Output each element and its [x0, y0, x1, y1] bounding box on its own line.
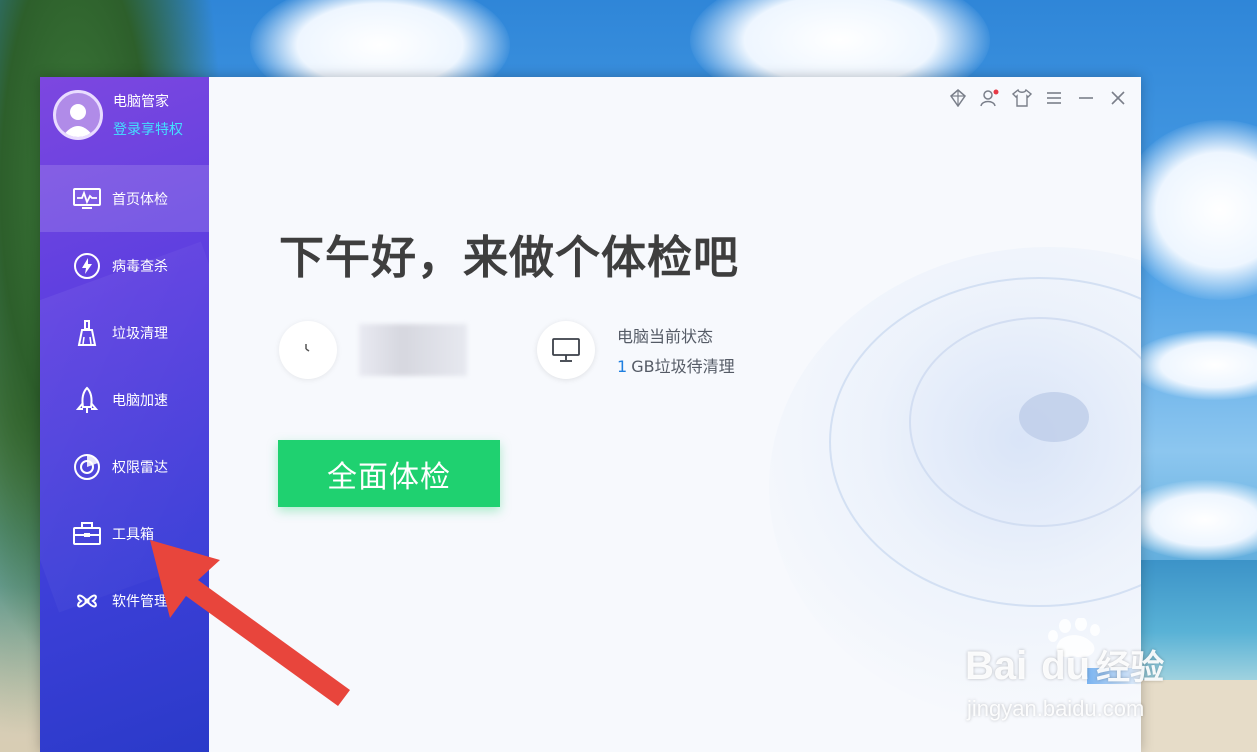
sidebar-item-virus-scan[interactable]: 病毒查杀	[40, 232, 209, 299]
sidebar-item-speedup[interactable]: 电脑加速	[40, 366, 209, 433]
junk-amount-suffix: GB垃圾待清理	[631, 357, 735, 376]
radar-icon	[72, 452, 102, 482]
monitor-icon	[537, 321, 595, 379]
sidebar-item-label: 电脑加速	[112, 392, 168, 409]
sidebar-item-permission-radar[interactable]: 权限雷达	[40, 433, 209, 500]
junk-amount: 1	[617, 357, 628, 376]
sidebar-item-label: 病毒查杀	[112, 258, 168, 275]
login-link[interactable]: 登录享特权	[113, 119, 183, 139]
avatar[interactable]	[53, 90, 103, 140]
close-icon[interactable]	[1105, 87, 1131, 109]
menu-icon[interactable]	[1041, 87, 1067, 109]
sidebar-item-label: 垃圾清理	[112, 325, 168, 342]
baidu-watermark: Bai du 经验 jingyan.baidu.com	[965, 617, 1195, 732]
toolbox-icon	[72, 519, 102, 549]
pc-status-card: 电脑当前状态 1 GB垃圾待清理	[537, 321, 735, 379]
annotation-arrow	[150, 540, 350, 706]
broom-icon	[72, 318, 102, 348]
user-profile[interactable]: 电脑管家 登录享特权	[53, 90, 183, 140]
status-title: 电脑当前状态	[617, 327, 714, 346]
full-checkup-button[interactable]: 全面体检	[278, 440, 500, 507]
software-clover-icon	[72, 586, 102, 616]
clock-icon	[279, 321, 337, 379]
tshirt-icon[interactable]	[1009, 87, 1035, 109]
watermark-brand: Bai du 经验	[965, 644, 1165, 688]
sidebar-item-label: 权限雷达	[112, 459, 168, 476]
sidebar-item-home-checkup[interactable]: 首页体检	[40, 165, 209, 232]
watermark-url: jingyan.baidu.com	[967, 696, 1145, 721]
blurred-info	[359, 324, 467, 376]
gem-icon[interactable]	[945, 87, 971, 109]
sidebar-item-label: 首页体检	[112, 191, 168, 208]
user-silhouette-icon	[62, 104, 94, 137]
sidebar-item-junk-cleanup[interactable]: 垃圾清理	[40, 299, 209, 366]
rocket-icon	[72, 385, 102, 415]
junk-status: 1 GB垃圾待清理	[617, 353, 735, 377]
decorative-core	[1019, 392, 1089, 442]
minimize-icon[interactable]	[1073, 87, 1099, 109]
monitor-pulse-icon	[72, 184, 102, 214]
greeting-title: 下午好，来做个体检吧	[279, 231, 740, 284]
time-card	[279, 321, 467, 379]
title-bar-controls	[945, 87, 1131, 109]
lightning-shield-icon	[72, 251, 102, 281]
sidebar-item-label: 工具箱	[112, 526, 154, 543]
users-icon[interactable]	[977, 87, 1003, 109]
profile-name: 电脑管家	[113, 94, 169, 110]
cloud	[1130, 330, 1257, 400]
